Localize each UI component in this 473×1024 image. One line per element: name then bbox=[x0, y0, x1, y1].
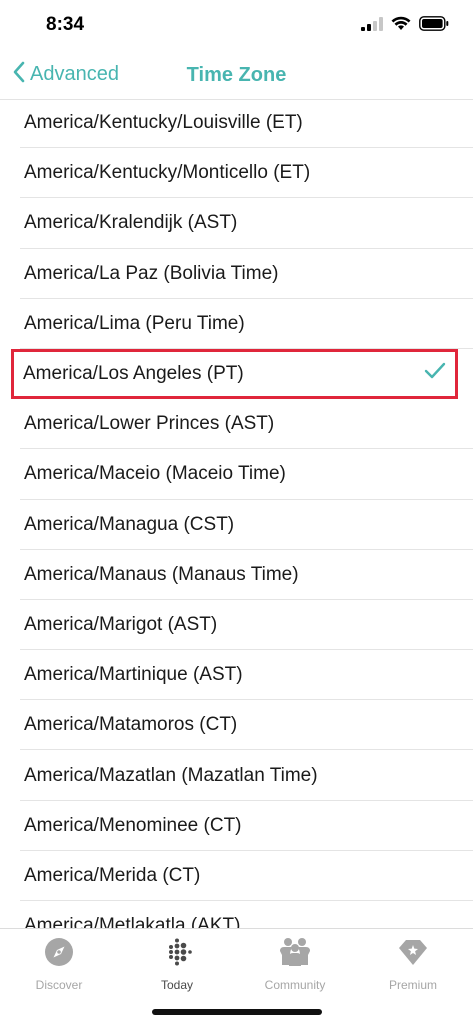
time-zone-row[interactable]: America/La Paz (Bolivia Time) bbox=[0, 249, 473, 299]
time-zone-label: America/Kralendijk (AST) bbox=[24, 212, 238, 234]
time-zone-label: America/Metlakatla (AKT) bbox=[24, 915, 241, 928]
community-icon bbox=[277, 937, 313, 972]
time-zone-label: America/Kentucky/Louisville (ET) bbox=[24, 112, 303, 134]
time-zone-row[interactable]: America/Menominee (CT) bbox=[0, 801, 473, 852]
time-zone-row[interactable]: America/Manaus (Manaus Time) bbox=[0, 550, 473, 601]
status-icons bbox=[361, 16, 449, 36]
time-zone-row[interactable]: America/Martinique (AST) bbox=[0, 650, 473, 701]
time-zone-label: America/Marigot (AST) bbox=[24, 613, 218, 635]
tab-community[interactable]: Community bbox=[236, 937, 354, 992]
time-zone-label: America/Mazatlan (Mazatlan Time) bbox=[24, 764, 318, 786]
time-zone-label: America/Manaus (Manaus Time) bbox=[24, 563, 299, 585]
time-zone-label: America/Managua (CST) bbox=[24, 513, 235, 535]
time-zone-row[interactable]: America/Lower Princes (AST) bbox=[0, 399, 473, 450]
time-zone-row[interactable]: America/Kentucky/Monticello (ET) bbox=[0, 148, 473, 199]
tab-discover[interactable]: Discover bbox=[0, 937, 118, 992]
tab-today[interactable]: Today bbox=[118, 937, 236, 992]
time-zone-label: America/La Paz (Bolivia Time) bbox=[24, 262, 279, 284]
page-title: Time Zone bbox=[186, 64, 287, 86]
status-bar: 8:34 bbox=[0, 0, 473, 50]
fitbit-dots-icon bbox=[162, 937, 192, 972]
tab-label: Discover bbox=[35, 978, 83, 992]
time-zone-label: America/Menominee (CT) bbox=[24, 814, 242, 836]
home-indicator bbox=[152, 1009, 322, 1015]
time-zone-row[interactable]: America/Merida (CT) bbox=[0, 851, 473, 902]
time-zone-label: America/Lower Princes (AST) bbox=[24, 413, 275, 435]
time-zone-label: America/Matamoros (CT) bbox=[24, 714, 238, 736]
time-zone-label: America/Martinique (AST) bbox=[24, 664, 243, 686]
tab-label: Community bbox=[264, 978, 326, 992]
diamond-icon bbox=[398, 937, 428, 972]
time-zone-row[interactable]: America/Matamoros (CT) bbox=[0, 700, 473, 751]
status-time: 8:34 bbox=[46, 14, 85, 35]
tab-label: Today bbox=[160, 978, 194, 992]
wifi-icon bbox=[391, 16, 411, 36]
compass-icon bbox=[44, 937, 74, 972]
tab-premium[interactable]: Premium bbox=[354, 937, 472, 992]
battery-icon bbox=[419, 16, 449, 36]
navigation-bar: Advanced Time Zone bbox=[0, 50, 473, 100]
time-zone-row[interactable]: America/Metlakatla (AKT) bbox=[0, 901, 473, 928]
time-zone-row[interactable]: America/Lima (Peru Time) bbox=[0, 299, 473, 350]
time-zone-list[interactable]: America/Kentucky/Louisville (ET) America/… bbox=[0, 98, 473, 928]
time-zone-label: America/Los Angeles (PT) bbox=[23, 363, 244, 385]
time-zone-label: America/Kentucky/Monticello (ET) bbox=[24, 162, 311, 184]
time-zone-row-selected[interactable]: America/Los Angeles (PT) bbox=[11, 348, 458, 400]
signal-icon bbox=[361, 16, 383, 36]
time-zone-label: America/Maceio (Maceio Time) bbox=[24, 463, 286, 485]
checkmark-icon bbox=[424, 362, 446, 386]
time-zone-row[interactable]: America/Managua (CST) bbox=[0, 500, 473, 550]
time-zone-label: America/Merida (CT) bbox=[24, 864, 201, 886]
time-zone-row[interactable]: America/Marigot (AST) bbox=[0, 600, 473, 651]
time-zone-row[interactable]: America/Maceio (Maceio Time) bbox=[0, 449, 473, 500]
time-zone-label: America/Lima (Peru Time) bbox=[24, 312, 245, 334]
time-zone-row[interactable]: America/Mazatlan (Mazatlan Time) bbox=[0, 750, 473, 801]
time-zone-row[interactable]: America/Kralendijk (AST) bbox=[0, 198, 473, 249]
tab-label: Premium bbox=[388, 978, 437, 992]
time-zone-row[interactable]: America/Kentucky/Louisville (ET) bbox=[0, 98, 473, 149]
